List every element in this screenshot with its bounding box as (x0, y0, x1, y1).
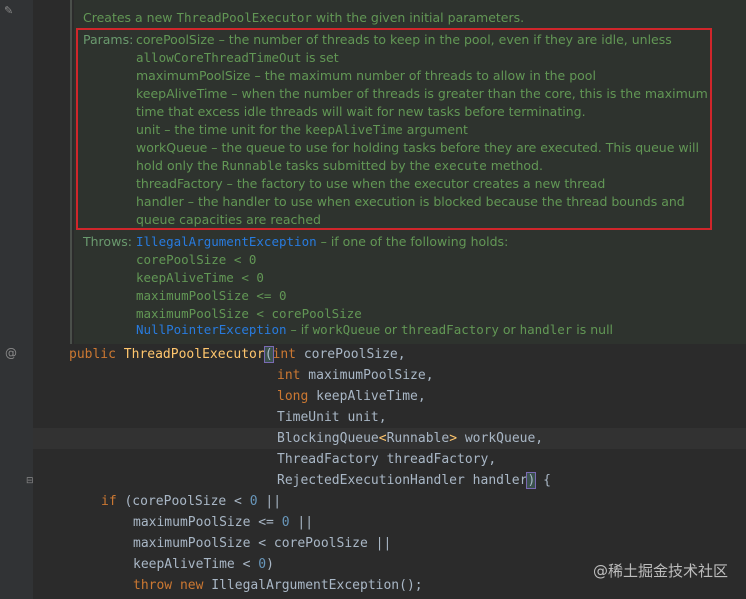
fold-icon[interactable]: ⊟ (26, 476, 34, 486)
code-line[interactable]: maximumPoolSize < corePoolSize || (133, 533, 391, 554)
exception-link[interactable]: IllegalArgumentException (136, 234, 317, 249)
code-line[interactable]: throw new IllegalArgumentException(); (133, 575, 423, 596)
doc-intro: Creates a new ThreadPoolExecutor with th… (83, 10, 525, 25)
editor-gutter (0, 0, 33, 599)
highlight-box (76, 28, 712, 230)
throws-condition: corePoolSize < 0 (136, 252, 257, 267)
code-line[interactable]: ThreadFactory threadFactory, (277, 449, 496, 470)
code-line[interactable]: long keepAliveTime, (277, 386, 426, 407)
code-line[interactable]: maximumPoolSize <= 0 || (133, 512, 313, 533)
throws-condition: keepAliveTime < 0 (136, 270, 264, 285)
code-line[interactable]: RejectedExecutionHandler handler) { (277, 470, 551, 491)
npe-line: NullPointerException – if workQueue or t… (136, 322, 614, 337)
npe-link[interactable]: NullPointerException (136, 322, 287, 337)
doc-bar (70, 0, 72, 344)
throws-line: IllegalArgumentException – if one of the… (136, 234, 509, 249)
code-line[interactable]: int maximumPoolSize, (277, 365, 434, 386)
throws-label: Throws: (83, 234, 133, 249)
code-line[interactable]: if (corePoolSize < 0 || (101, 491, 281, 512)
code-line[interactable]: BlockingQueue<Runnable> workQueue, (277, 428, 543, 449)
pencil-icon[interactable]: ✎ (4, 4, 13, 17)
watermark: @稀土掘金技术社区 (592, 562, 728, 580)
code-line[interactable]: public ThreadPoolExecutor(int corePoolSi… (69, 344, 406, 365)
throws-condition: maximumPoolSize <= 0 (136, 288, 287, 303)
code-line[interactable]: keepAliveTime < 0) (133, 554, 274, 575)
annotation-icon[interactable]: @ (5, 346, 17, 360)
code-line[interactable]: TimeUnit unit, (277, 407, 387, 428)
